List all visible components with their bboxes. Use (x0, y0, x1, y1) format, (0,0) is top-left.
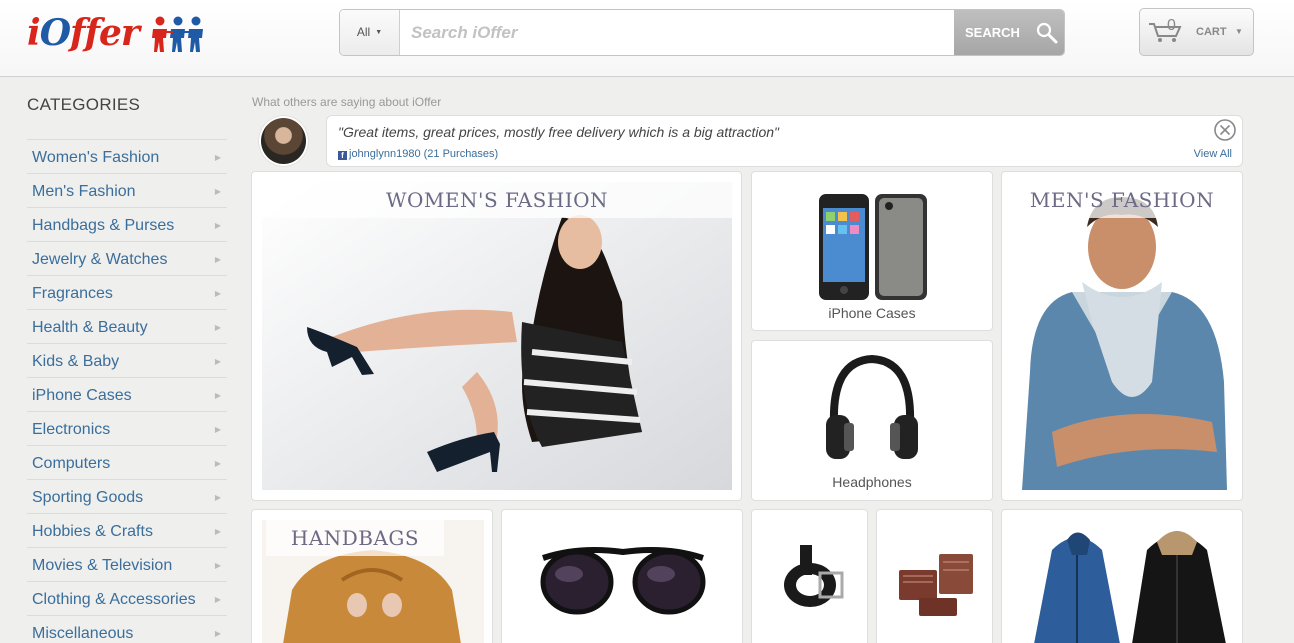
people-logo-icon (152, 16, 203, 52)
mens-fashion-photo (1012, 182, 1232, 490)
chevron-right-icon: ▶ (214, 255, 221, 264)
sidebar-item-jewelry-watches[interactable]: Jewelry & Watches ▶ (27, 241, 227, 275)
search-category-dropdown[interactable]: All ▼ (340, 10, 400, 55)
search-input[interactable] (401, 10, 954, 55)
search-bar: All ▼ SEARCH (339, 9, 1065, 56)
sidebar-item-label: Handbags & Purses (32, 217, 175, 234)
tile-jackets[interactable] (1001, 509, 1243, 643)
sidebar-item-clothing-accessories[interactable]: Clothing & Accessories ▶ (27, 581, 227, 615)
chevron-right-icon: ▶ (214, 153, 221, 162)
sidebar-item-hobbies-crafts[interactable]: Hobbies & Crafts ▶ (27, 513, 227, 547)
chevron-down-icon: ▼ (1235, 27, 1243, 36)
cart-count: 0 (1167, 17, 1176, 34)
facebook-icon: f (338, 151, 347, 160)
tile-mens-fashion[interactable]: MEN'S FASHION (1001, 171, 1243, 501)
chevron-right-icon: ▶ (214, 221, 221, 230)
sidebar-item-computers[interactable]: Computers ▶ (27, 445, 227, 479)
jackets-photo (1034, 531, 1226, 643)
belt-photo (784, 545, 844, 607)
wallets-photo (899, 554, 973, 616)
iphone-cases-photo (819, 194, 927, 300)
sunglasses-photo (540, 547, 706, 615)
sidebar-item-label: Women's Fashion (32, 149, 160, 166)
sidebar-item-label: Fragrances (32, 285, 113, 302)
sidebar-item-label: Health & Beauty (32, 319, 148, 336)
sidebar-item-sporting-goods[interactable]: Sporting Goods ▶ (27, 479, 227, 513)
testimonial-user-link[interactable]: f johnglynn1980 (21 Purchases) (338, 148, 498, 160)
tile-womens-fashion[interactable]: WOMEN'S FASHION (251, 171, 742, 501)
sidebar-item-health-beauty[interactable]: Health & Beauty ▶ (27, 309, 227, 343)
sidebar-item-movies-television[interactable]: Movies & Television ▶ (27, 547, 227, 581)
tile-caption: Headphones (832, 474, 912, 490)
categories-heading: CATEGORIES (27, 95, 141, 114)
close-icon[interactable] (1213, 118, 1237, 142)
testimonial-user: johnglynn1980 (21 Purchases) (349, 148, 499, 160)
chevron-right-icon: ▶ (214, 561, 221, 570)
sidebar-item-iphone-cases[interactable]: iPhone Cases ▶ (27, 377, 227, 411)
tile-iphone-cases[interactable]: iPhone Cases (751, 171, 993, 331)
sidebar-item-label: Men's Fashion (32, 183, 136, 200)
sidebar-item-label: Hobbies & Crafts (32, 523, 153, 540)
tile-banner: HANDBAGS (266, 520, 444, 556)
chevron-right-icon: ▶ (214, 527, 221, 536)
tile-headphones[interactable]: Headphones (751, 340, 993, 501)
chevron-right-icon: ▶ (214, 629, 221, 638)
sidebar-item-label: Electronics (32, 421, 111, 438)
sidebar-item-label: Kids & Baby (32, 353, 120, 370)
shopping-cart-icon (1149, 23, 1182, 42)
chevron-right-icon: ▶ (214, 459, 221, 468)
site-header: iOffer All ▼ SEARCH (0, 0, 1294, 77)
headphones-photo (826, 354, 918, 459)
category-list: Women's Fashion ▶ Men's Fashion ▶ Handbags… (27, 139, 227, 643)
search-button[interactable]: SEARCH (954, 10, 1064, 55)
view-all-link[interactable]: View All (1194, 148, 1232, 160)
tile-belts[interactable] (751, 509, 868, 643)
chevron-right-icon: ▶ (214, 323, 221, 332)
sidebar-item-handbags-purses[interactable]: Handbags & Purses ▶ (27, 207, 227, 241)
chevron-down-icon: ▼ (375, 29, 383, 36)
search-button-label: SEARCH (965, 25, 1020, 40)
chevron-right-icon: ▶ (214, 493, 221, 502)
cart-button[interactable]: 0 CART ▼ (1139, 8, 1254, 56)
logo-wordmark: iOffer (27, 12, 140, 54)
sidebar-item-miscellaneous[interactable]: Miscellaneous ▶ (27, 615, 227, 643)
search-icon (1036, 22, 1058, 44)
sidebar-item-electronics[interactable]: Electronics ▶ (27, 411, 227, 445)
testimonial-box: "Great items, great prices, mostly free … (326, 115, 1243, 167)
sidebar-item-label: iPhone Cases (32, 387, 132, 404)
search-category-label: All (356, 25, 371, 39)
testimonial-heading: What others are saying about iOffer (252, 95, 442, 109)
avatar (259, 116, 308, 166)
ioffer-logo[interactable]: iOffer (27, 12, 205, 54)
chevron-right-icon: ▶ (214, 187, 221, 196)
tile-caption: iPhone Cases (828, 305, 916, 321)
testimonial-quote: "Great items, great prices, mostly free … (338, 124, 779, 140)
cart-label: CART (1196, 26, 1227, 38)
chevron-right-icon: ▶ (214, 357, 221, 366)
tile-banner: MEN'S FASHION (1012, 182, 1232, 218)
tile-banner: WOMEN'S FASHION (262, 182, 732, 218)
sidebar-item-label: Jewelry & Watches (32, 251, 168, 268)
chevron-right-icon: ▶ (214, 289, 221, 298)
chevron-right-icon: ▶ (214, 595, 221, 604)
tile-wallets[interactable] (876, 509, 993, 643)
sidebar-item-label: Movies & Television (32, 557, 173, 574)
tile-handbags[interactable]: HANDBAGS (251, 509, 493, 643)
sidebar-item-label: Clothing & Accessories (32, 591, 196, 608)
sidebar-item-womens-fashion[interactable]: Women's Fashion ▶ (27, 139, 227, 173)
sidebar-item-label: Computers (32, 455, 111, 472)
sidebar-item-fragrances[interactable]: Fragrances ▶ (27, 275, 227, 309)
sidebar-item-label: Sporting Goods (32, 489, 144, 506)
chevron-right-icon: ▶ (214, 391, 221, 400)
chevron-right-icon: ▶ (214, 425, 221, 434)
sidebar-item-label: Miscellaneous (32, 625, 134, 642)
womens-fashion-photo (262, 182, 732, 490)
tile-sunglasses[interactable] (501, 509, 743, 643)
sidebar-item-kids-baby[interactable]: Kids & Baby ▶ (27, 343, 227, 377)
sidebar-item-mens-fashion[interactable]: Men's Fashion ▶ (27, 173, 227, 207)
